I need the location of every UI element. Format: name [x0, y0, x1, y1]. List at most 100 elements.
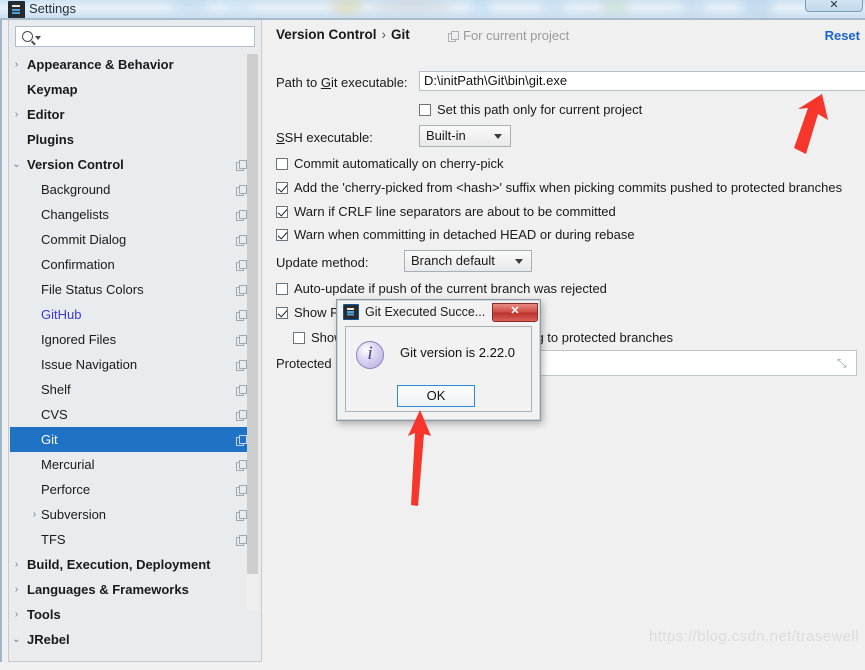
- search-input[interactable]: [41, 28, 254, 45]
- cherry-picked-suffix-checkbox[interactable]: [276, 181, 288, 194]
- chevron-right-icon[interactable]: ›: [10, 102, 23, 127]
- checkbox-row-warn-crlf[interactable]: Warn if CRLF line separators are about t…: [276, 204, 616, 219]
- chevron-right-icon[interactable]: ›: [10, 552, 23, 577]
- warn-crlf-label: Warn if CRLF line separators are about t…: [294, 204, 616, 219]
- sidebar-scrollbar-thumb[interactable]: [247, 54, 258, 574]
- search-box[interactable]: [15, 26, 255, 47]
- sidebar-item-label: Confirmation: [41, 257, 115, 272]
- sidebar-item-label: Git: [41, 432, 58, 447]
- settings-sidebar: › Appearance & Behavior Keymap › Editor Plugi…: [8, 20, 262, 662]
- sidebar-item-build-execution-deployment[interactable]: › Build, Execution, Deployment: [10, 552, 256, 577]
- dialog-titlebar: Git Executed Succe... ✕: [339, 302, 538, 322]
- show-push-dialog-checkbox[interactable]: [276, 306, 288, 319]
- dialog-close-button[interactable]: ✕: [492, 302, 538, 322]
- copy-icon: [236, 509, 247, 521]
- sidebar-item-confirmation[interactable]: Confirmation: [10, 252, 256, 277]
- sidebar-item-label: Background: [41, 182, 111, 197]
- glass-reflection: [330, 0, 364, 14]
- sidebar-item-mercurial[interactable]: Mercurial: [10, 452, 256, 477]
- copy-icon: [236, 434, 247, 446]
- chevron-right-icon[interactable]: ›: [10, 577, 23, 602]
- copy-icon: [236, 284, 247, 296]
- expand-icon[interactable]: ⤡: [837, 357, 848, 369]
- sidebar-item-label: GitHub: [41, 307, 82, 322]
- show-push-protected-checkbox[interactable]: [293, 331, 305, 344]
- glass-reflection: [540, 0, 566, 17]
- commit-automatically-checkbox[interactable]: [276, 157, 288, 170]
- ssh-executable-select[interactable]: Built-in: [419, 125, 511, 147]
- auto-update-checkbox[interactable]: [276, 282, 288, 295]
- sidebar-item-changelists[interactable]: Changelists: [10, 202, 256, 227]
- sidebar-item-perforce[interactable]: Perforce: [10, 477, 256, 502]
- warn-crlf-checkbox[interactable]: [276, 205, 288, 218]
- breadcrumb: Version Control › Git: [276, 27, 410, 42]
- checkbox-row-commit-automatically[interactable]: Commit automatically on cherry-pick: [276, 156, 504, 171]
- sidebar-item-jrebel[interactable]: ⌄ JRebel: [10, 627, 256, 652]
- dialog-message: Git version is 2.22.0: [400, 345, 515, 360]
- settings-tree-viewport: › Appearance & Behavior Keymap › Editor Plugi…: [10, 52, 262, 660]
- sidebar-item-issue-navigation[interactable]: Issue Navigation: [10, 352, 256, 377]
- glass-reflection: [372, 0, 452, 13]
- chevron-down-icon: [515, 259, 523, 264]
- sidebar-item-plugins[interactable]: Plugins: [10, 127, 256, 152]
- sidebar-item-label: JRebel: [27, 632, 70, 647]
- breadcrumb-root[interactable]: Version Control: [276, 27, 377, 42]
- chevron-right-icon[interactable]: ›: [10, 602, 23, 627]
- sidebar-item-subversion[interactable]: › Subversion: [10, 502, 256, 527]
- glass-reflection: [680, 0, 706, 18]
- chevron-down-icon[interactable]: ⌄: [10, 152, 23, 177]
- sidebar-item-label: Appearance & Behavior: [27, 57, 174, 72]
- sidebar-item-github[interactable]: GitHub: [10, 302, 256, 327]
- checkbox-row-auto-update[interactable]: Auto-update if push of the current branc…: [276, 281, 607, 296]
- glass-reflection: [170, 0, 210, 16]
- sidebar-item-languages-frameworks[interactable]: › Languages & Frameworks: [10, 577, 256, 602]
- window-close-button[interactable]: ✕: [805, 0, 863, 12]
- dialog-ok-button[interactable]: OK: [397, 385, 475, 407]
- sidebar-item-ignored-files[interactable]: Ignored Files: [10, 327, 256, 352]
- git-executable-path-input[interactable]: [419, 71, 865, 91]
- chevron-right-icon[interactable]: ›: [10, 52, 23, 77]
- sidebar-item-label: Changelists: [41, 207, 109, 222]
- sidebar-item-label: Perforce: [41, 482, 91, 497]
- sidebar-item-tfs[interactable]: TFS: [10, 527, 256, 552]
- sidebar-item-cvs[interactable]: CVS: [10, 402, 256, 427]
- chevron-down-icon: [494, 134, 502, 139]
- sidebar-item-version-control[interactable]: ⌄ Version Control: [10, 152, 256, 177]
- info-icon: [356, 341, 384, 369]
- sidebar-item-tools[interactable]: › Tools: [10, 602, 256, 627]
- dialog-title: Git Executed Succe...: [365, 305, 486, 319]
- auto-update-label: Auto-update if push of the current branc…: [294, 281, 607, 296]
- ssh-executable-value: Built-in: [426, 128, 466, 143]
- sidebar-item-appearance-behavior[interactable]: › Appearance & Behavior: [10, 52, 256, 77]
- reset-link[interactable]: Reset: [825, 28, 860, 43]
- window-titlebar: Settings ✕: [0, 0, 865, 18]
- set-path-only-checkbox-row[interactable]: Set this path only for current project: [419, 102, 642, 117]
- sidebar-item-label: TFS: [41, 532, 66, 547]
- copy-icon: [236, 184, 247, 196]
- checkbox-row-cherry-picked-suffix[interactable]: Add the 'cherry-picked from <hash>' suff…: [276, 180, 842, 195]
- warn-detached-head-checkbox[interactable]: [276, 228, 288, 241]
- chevron-down-icon[interactable]: ⌄: [10, 627, 23, 652]
- chevron-right-icon[interactable]: ›: [28, 502, 41, 527]
- copy-icon: [236, 459, 247, 471]
- sidebar-item-label: Subversion: [41, 507, 107, 522]
- sidebar-item-keymap[interactable]: Keymap: [10, 77, 256, 102]
- sidebar-item-shelf[interactable]: Shelf: [10, 377, 256, 402]
- glass-reflection: [225, 0, 253, 16]
- git-executed-dialog: Git Executed Succe... ✕ Git version is 2…: [336, 299, 541, 421]
- sidebar-item-commit-dialog[interactable]: Commit Dialog: [10, 227, 256, 252]
- glass-reflection: [470, 0, 492, 16]
- update-method-select[interactable]: Branch default: [404, 250, 532, 272]
- dialog-button-bar: OK Cancel Apply: [264, 646, 865, 662]
- set-path-only-checkbox[interactable]: [419, 103, 431, 116]
- sidebar-item-git[interactable]: Git: [10, 427, 256, 452]
- sidebar-item-editor[interactable]: › Editor: [10, 102, 256, 127]
- sidebar-item-file-status-colors[interactable]: File Status Colors: [10, 277, 256, 302]
- protected-branches-input[interactable]: ⤡: [534, 350, 857, 376]
- update-method-value: Branch default: [411, 253, 495, 268]
- sidebar-item-label: Languages & Frameworks: [27, 582, 189, 597]
- checkbox-row-warn-detached-head[interactable]: Warn when committing in detached HEAD or…: [276, 227, 635, 242]
- sidebar-item-background[interactable]: Background: [10, 177, 256, 202]
- settings-window: › Appearance & Behavior Keymap › Editor Plugi…: [0, 20, 865, 662]
- glass-reflection: [740, 0, 774, 17]
